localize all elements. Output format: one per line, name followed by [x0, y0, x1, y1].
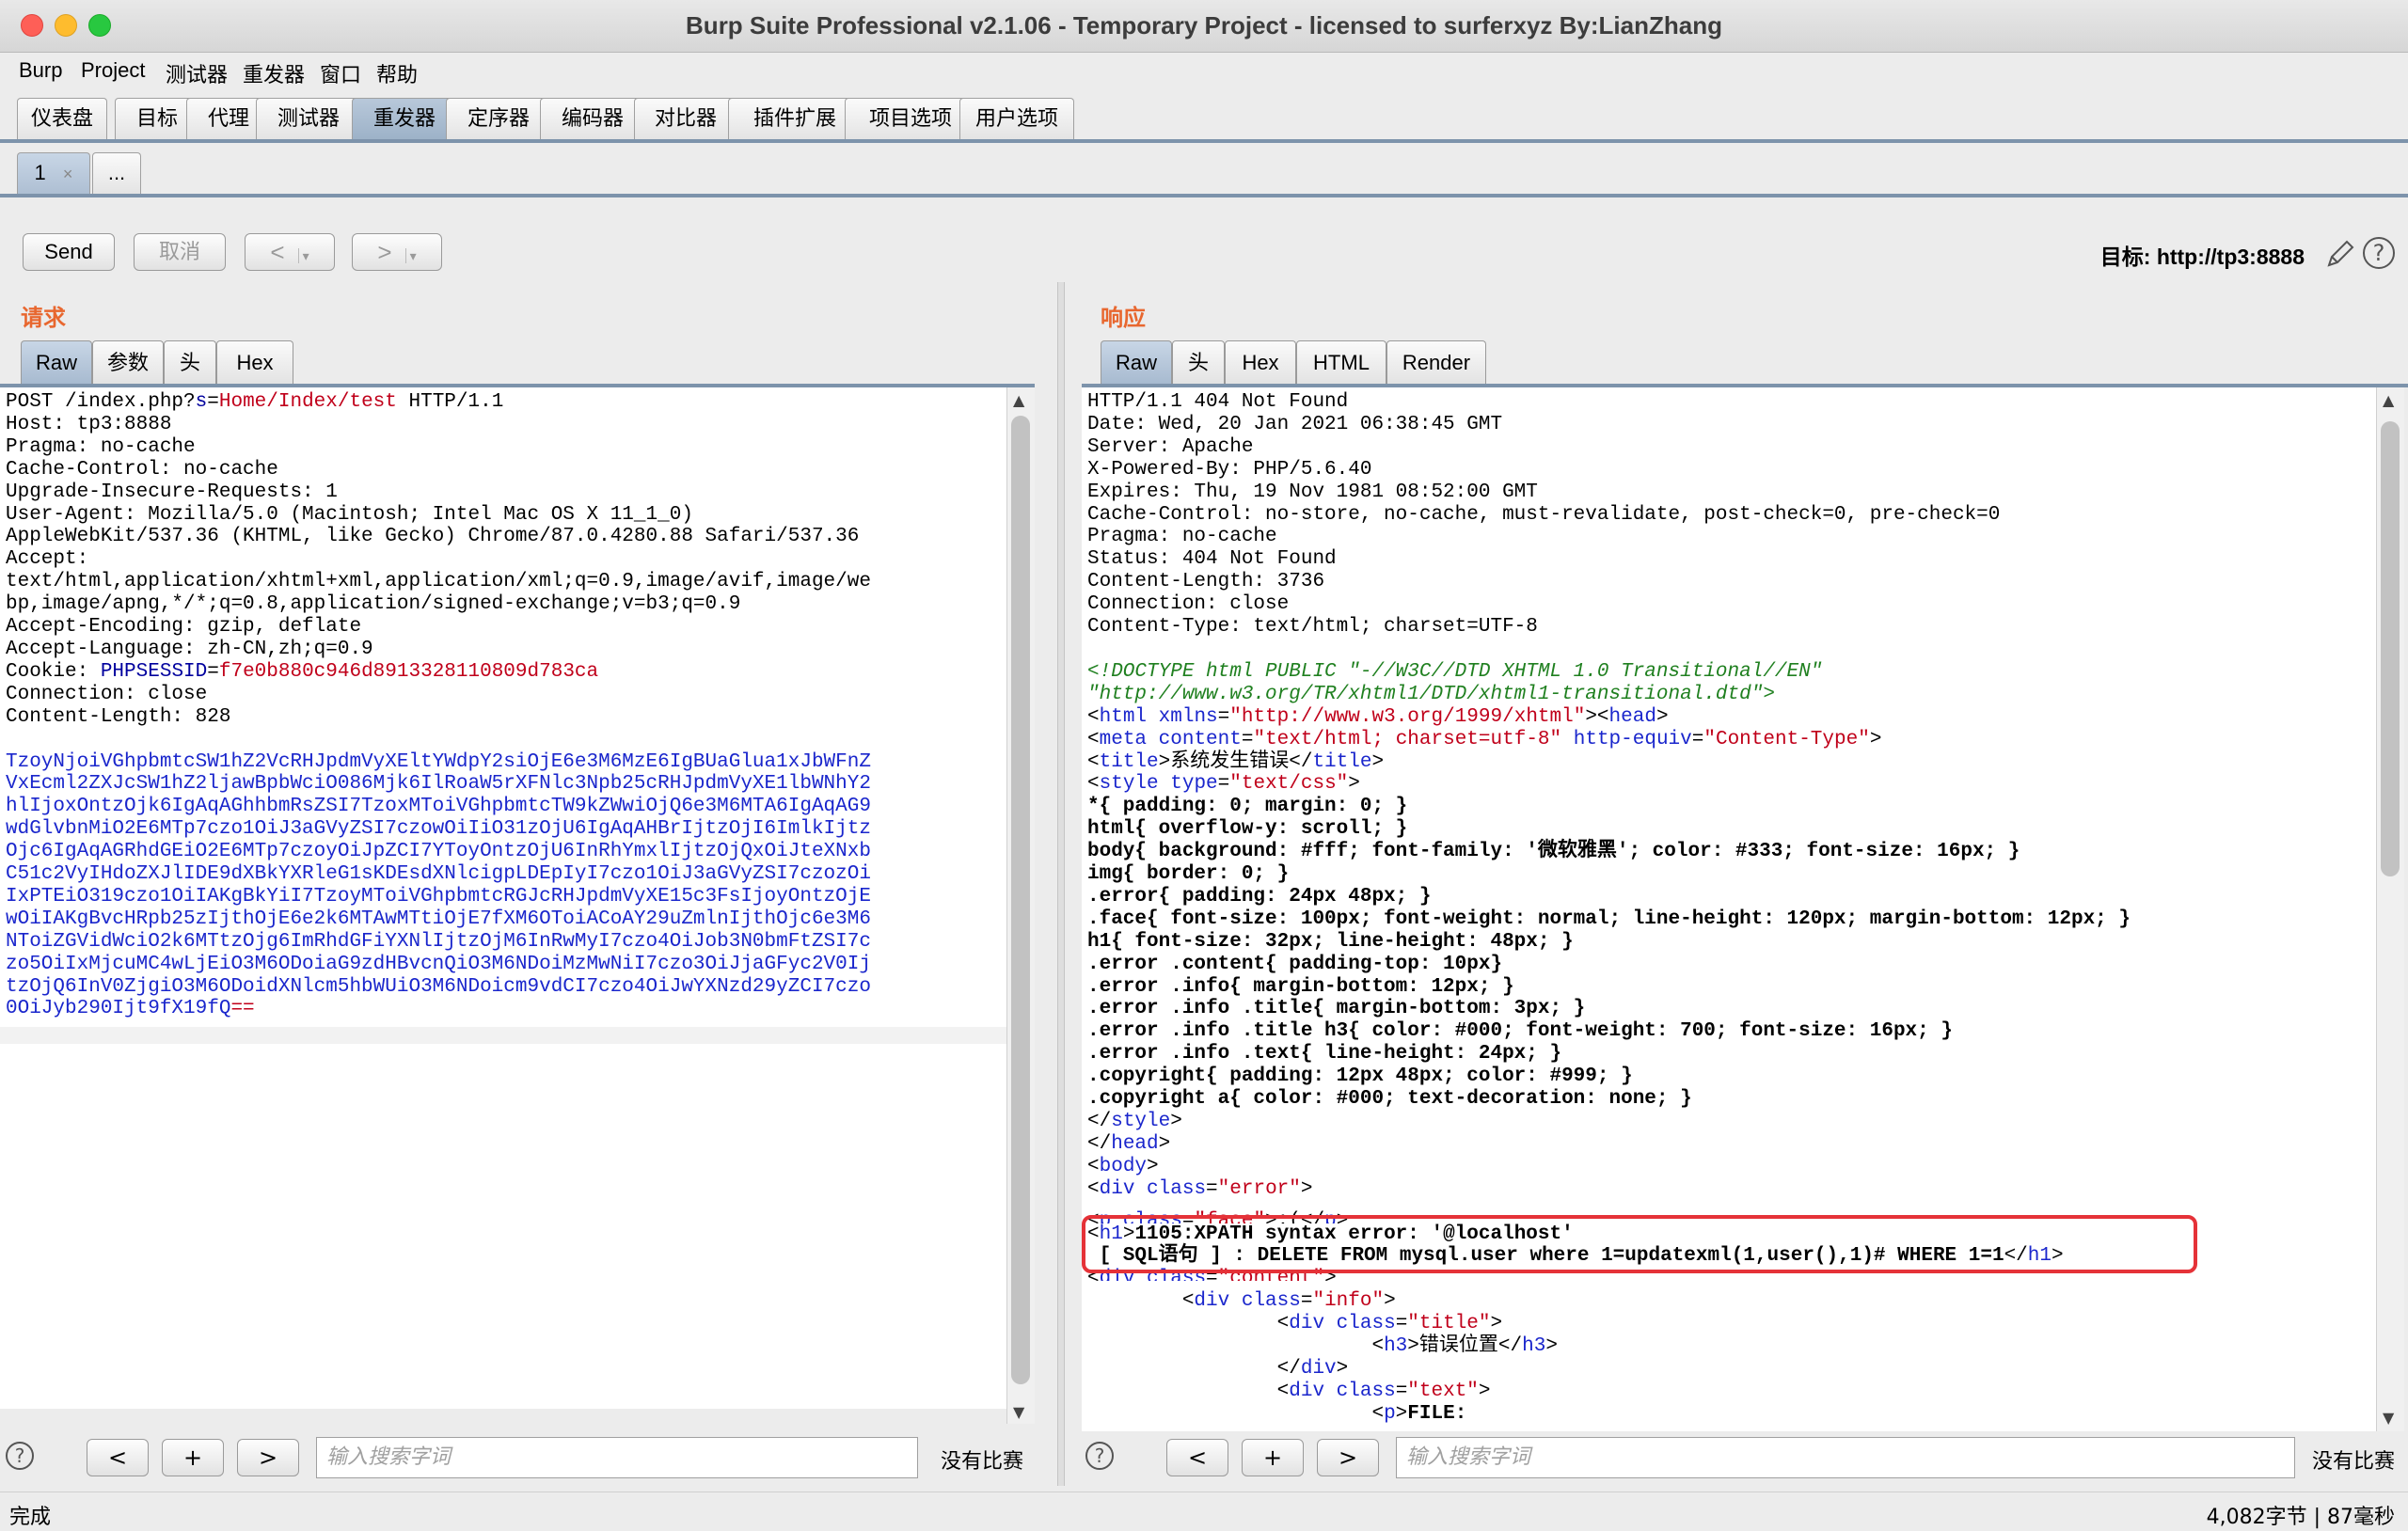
- request-match-count: 没有比赛: [941, 1450, 1024, 1474]
- tab-project-options[interactable]: 项目选项: [845, 98, 976, 139]
- response-tab-html[interactable]: HTML: [1296, 340, 1386, 386]
- split-pane-divider[interactable]: [1057, 282, 1065, 1486]
- error-highlight-box: [1082, 1215, 2197, 1273]
- response-tab-hex[interactable]: Hex: [1225, 340, 1296, 386]
- response-title: 响应: [1101, 305, 1146, 331]
- status-text: 完成: [9, 1506, 52, 1529]
- menu-bar: Burp Project 测试器 重发器 窗口 帮助: [0, 53, 2408, 92]
- forward-dropdown-icon[interactable]: ▾: [404, 248, 417, 263]
- menu-help[interactable]: 帮助: [376, 58, 418, 88]
- menu-project[interactable]: Project: [81, 58, 145, 83]
- cancel-button[interactable]: 取消: [134, 233, 226, 271]
- response-size-time: 4,082字节 | 87毫秒: [2206, 1506, 2395, 1529]
- request-search-prev-button[interactable]: <: [87, 1439, 149, 1476]
- request-title: 请求: [21, 305, 66, 331]
- scroll-up-icon[interactable]: ▲: [1013, 391, 1024, 409]
- edit-target-icon[interactable]: [2323, 237, 2357, 271]
- response-editor[interactable]: HTTP/1.1 404 Not Found Date: Wed, 20 Jan…: [1082, 387, 2376, 1431]
- scroll-up-icon[interactable]: ▲: [2383, 391, 2394, 409]
- tab-decoder[interactable]: 编码器: [540, 98, 645, 139]
- close-tab-icon[interactable]: ×: [63, 165, 73, 183]
- response-scroll-thumb[interactable]: [2381, 421, 2400, 876]
- back-button[interactable]: < ▾: [245, 233, 335, 271]
- repeater-subtabs: 1 × ...: [0, 143, 2408, 196]
- response-scrollbar[interactable]: ▲ ▼: [2376, 387, 2404, 1431]
- response-search-next-button[interactable]: >: [1317, 1439, 1379, 1476]
- response-tab-render[interactable]: Render: [1386, 340, 1486, 386]
- request-scroll-thumb[interactable]: [1011, 416, 1030, 1384]
- request-search-input[interactable]: 输入搜索字词: [316, 1437, 918, 1478]
- tab-user-options[interactable]: 用户选项: [959, 98, 1074, 139]
- request-tab-params[interactable]: 参数: [92, 340, 164, 386]
- response-match-count: 没有比赛: [2312, 1450, 2396, 1474]
- request-scrollbar[interactable]: ▲ ▼: [1006, 387, 1035, 1424]
- window-title: Burp Suite Professional v2.1.06 - Tempor…: [686, 11, 1722, 39]
- menu-repeater[interactable]: 重发器: [243, 58, 305, 88]
- request-tab-headers[interactable]: 头: [164, 340, 216, 386]
- new-tab-button[interactable]: ...: [92, 152, 141, 194]
- subtab-underline: [0, 194, 2408, 197]
- response-search-add-button[interactable]: +: [1242, 1439, 1304, 1476]
- send-button[interactable]: Send: [23, 233, 115, 271]
- response-tab-raw[interactable]: Raw: [1101, 340, 1172, 386]
- forward-icon: >: [377, 238, 392, 266]
- back-dropdown-icon[interactable]: ▾: [297, 248, 309, 263]
- request-search-next-button[interactable]: >: [237, 1439, 299, 1476]
- tab-repeater[interactable]: 重发器: [352, 98, 457, 139]
- tab-comparer[interactable]: 对比器: [634, 98, 737, 139]
- help-icon[interactable]: ?: [2363, 237, 2395, 269]
- back-icon: <: [270, 238, 285, 266]
- forward-button[interactable]: > ▾: [352, 233, 442, 271]
- request-search-add-button[interactable]: +: [162, 1439, 224, 1476]
- response-tab-headers[interactable]: 头: [1172, 340, 1225, 386]
- current-line-highlight: [0, 1027, 1006, 1044]
- tab-dashboard[interactable]: 仪表盘: [17, 98, 107, 139]
- menu-intruder[interactable]: 测试器: [166, 58, 228, 88]
- status-bar: 完成 4,082字节 | 87毫秒: [0, 1492, 2408, 1531]
- repeater-tab-label: 1: [34, 161, 46, 184]
- response-search-input[interactable]: 输入搜索字词: [1396, 1437, 2295, 1478]
- request-tab-raw[interactable]: Raw: [21, 340, 92, 386]
- title-bar: Burp Suite Professional v2.1.06 - Tempor…: [0, 0, 2408, 53]
- tab-sequencer[interactable]: 定序器: [446, 98, 551, 139]
- scroll-down-icon[interactable]: ▼: [2383, 1409, 2394, 1427]
- repeater-tab-1[interactable]: 1 ×: [17, 152, 90, 194]
- target-label: 目标: http://tp3:8888: [2099, 245, 2305, 269]
- request-editor[interactable]: POST /index.php?s=Home/Index/test HTTP/1…: [0, 387, 1006, 1409]
- request-search-help-icon[interactable]: ?: [6, 1442, 34, 1470]
- tab-intruder[interactable]: 测试器: [256, 98, 361, 139]
- request-tab-hex[interactable]: Hex: [216, 340, 293, 386]
- response-search-help-icon[interactable]: ?: [1085, 1442, 1114, 1470]
- tab-extender[interactable]: 插件扩展: [728, 98, 862, 139]
- response-search-prev-button[interactable]: <: [1166, 1439, 1228, 1476]
- menu-window[interactable]: 窗口: [320, 58, 361, 88]
- scroll-down-icon[interactable]: ▼: [1013, 1403, 1024, 1421]
- menu-burp[interactable]: Burp: [19, 58, 62, 83]
